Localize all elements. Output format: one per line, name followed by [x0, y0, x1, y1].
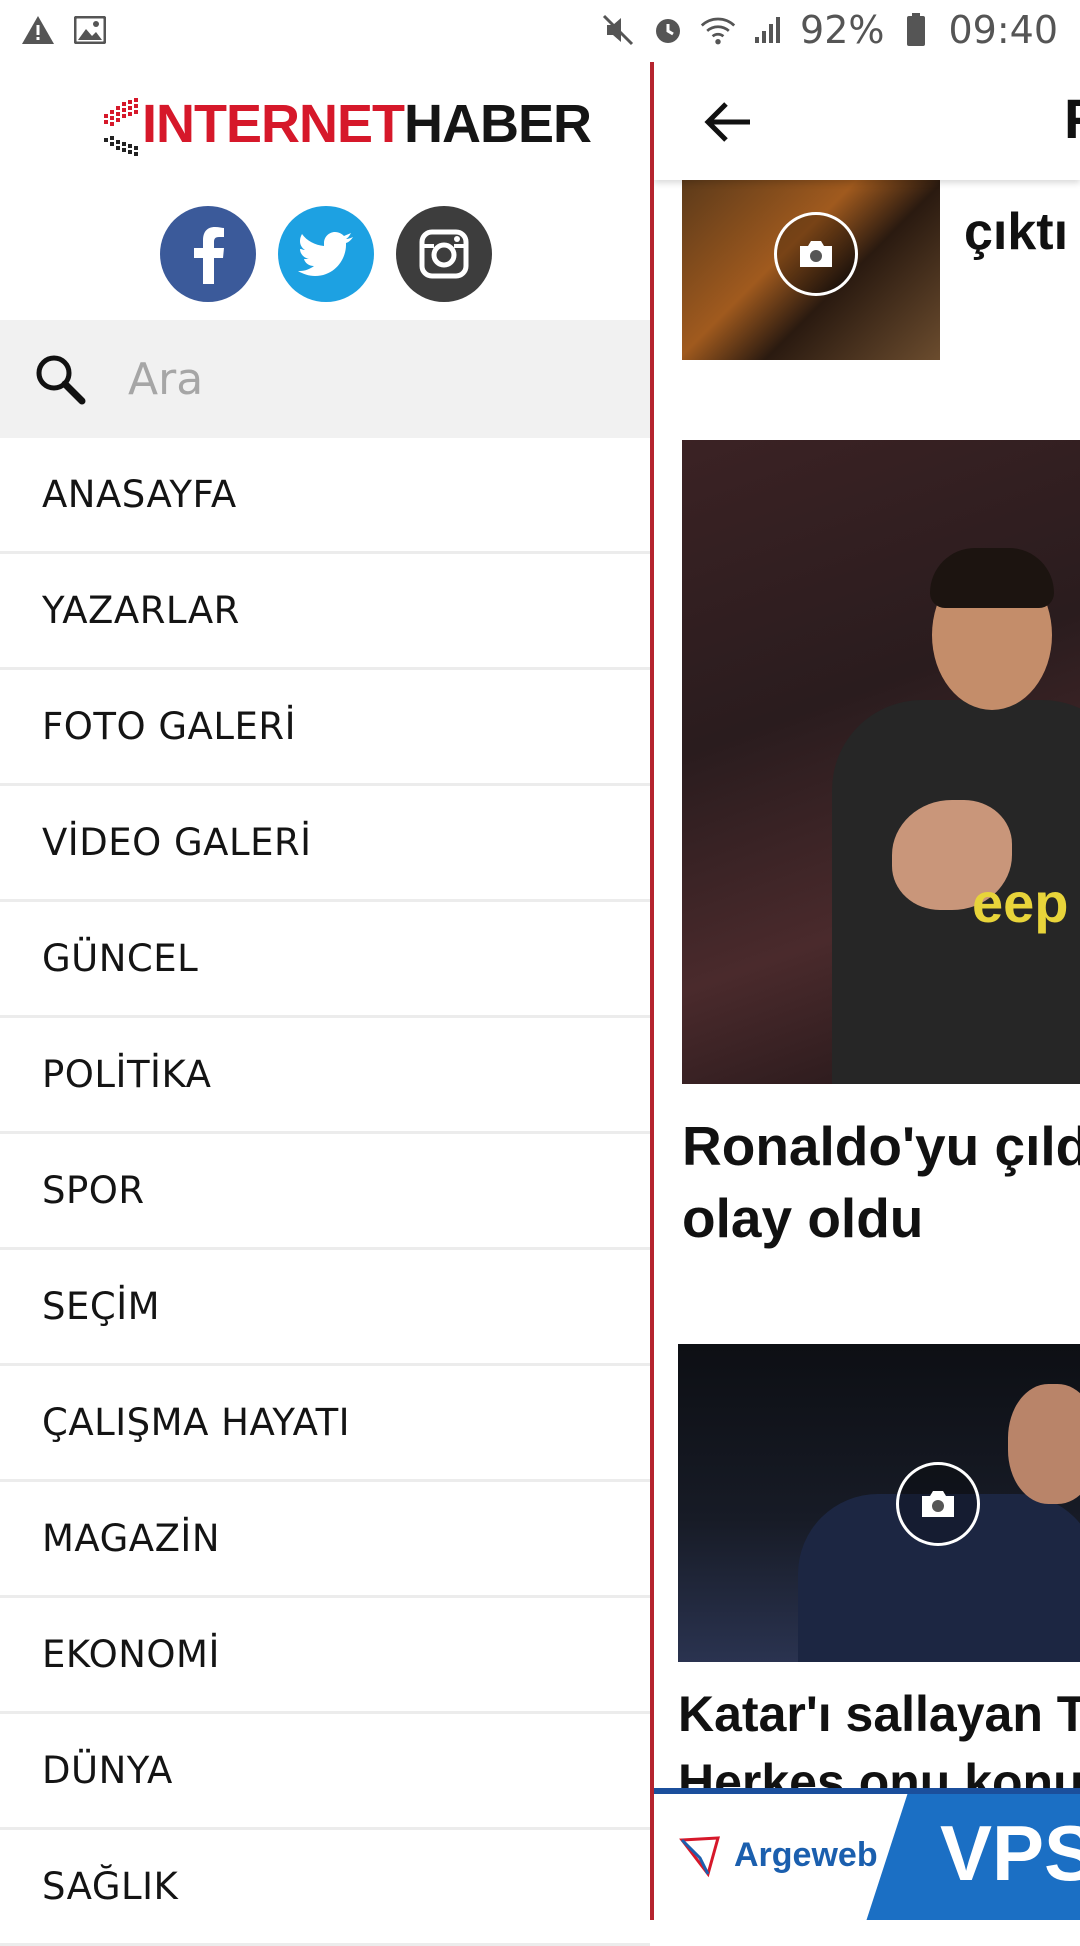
category-menu: ANASAYFA YAZARLAR FOTO GALERİ VİDEO GALE… [0, 438, 650, 1946]
article-thumbnail[interactable] [682, 180, 940, 360]
menu-item-dunya[interactable]: DÜNYA [0, 1714, 650, 1830]
menu-item-spor[interactable]: SPOR [0, 1134, 650, 1250]
camera-icon [896, 1462, 980, 1546]
article-headline[interactable]: Ronaldo'yu çıldı olay oldu [682, 1110, 1080, 1254]
site-logo[interactable]: INTERNETHABER [100, 86, 592, 176]
menu-item-ekonomi[interactable]: EKONOMİ [0, 1598, 650, 1714]
menu-item-foto-galeri[interactable]: FOTO GALERİ [0, 670, 650, 786]
wifi-icon [700, 12, 736, 48]
top-app-bar: F [654, 62, 1080, 180]
coach-head [1008, 1384, 1080, 1504]
navigation-drawer: INTERNETHABER ANASAYFA YAZARLAR FOTO GAL… [0, 62, 650, 1946]
menu-item-yazarlar[interactable]: YAZARLAR [0, 554, 650, 670]
status-bar: 92% 09:40 [0, 0, 1080, 62]
argeweb-logo-icon [678, 1834, 722, 1878]
search-input[interactable] [126, 352, 610, 406]
battery-icon [898, 12, 934, 48]
article-headline[interactable]: çıktı [964, 202, 1068, 262]
logo-dots-icon [104, 98, 138, 156]
alarm-icon [650, 12, 686, 48]
twitter-icon[interactable] [278, 206, 374, 302]
article-hero-image[interactable]: eep [682, 440, 1080, 1084]
shirt-sponsor-text: eep [972, 871, 1069, 934]
news-feed: F çıktı eep Ronaldo'yu çıldı olay oldu K… [654, 62, 1080, 1920]
search-icon[interactable] [32, 351, 88, 407]
back-arrow-icon[interactable] [702, 96, 754, 148]
mute-icon [600, 12, 636, 48]
logo-text: INTERNETHABER [142, 94, 592, 154]
camera-icon [774, 212, 858, 296]
menu-item-guncel[interactable]: GÜNCEL [0, 902, 650, 1018]
menu-item-politika[interactable]: POLİTİKA [0, 1018, 650, 1134]
menu-item-video-galeri[interactable]: VİDEO GALERİ [0, 786, 650, 902]
ad-banner[interactable]: Argeweb VPS [654, 1788, 1080, 1920]
signal-icon [750, 12, 786, 48]
social-links [160, 206, 492, 302]
page-title-fragment: F [1064, 86, 1080, 151]
headline-line: Katar'ı sallayan Tür [678, 1686, 1080, 1742]
hero-hair [930, 548, 1054, 608]
clock: 09:40 [948, 8, 1058, 52]
menu-item-saglik[interactable]: SAĞLIK [0, 1830, 650, 1946]
image-icon [72, 12, 108, 48]
menu-item-secim[interactable]: SEÇİM [0, 1250, 650, 1366]
menu-item-anasayfa[interactable]: ANASAYFA [0, 438, 650, 554]
menu-item-magazin[interactable]: MAGAZİN [0, 1482, 650, 1598]
menu-item-calisma-hayati[interactable]: ÇALIŞMA HAYATI [0, 1366, 650, 1482]
facebook-icon[interactable] [160, 206, 256, 302]
ad-product: VPS [940, 1809, 1080, 1897]
search-bar [0, 320, 650, 438]
ad-brand: Argeweb [734, 1836, 878, 1874]
instagram-icon[interactable] [396, 206, 492, 302]
article-thumbnail[interactable] [678, 1344, 1080, 1662]
headline-line: Ronaldo'yu çıldı [682, 1115, 1080, 1177]
warning-icon [20, 12, 56, 48]
headline-line: olay oldu [682, 1187, 924, 1249]
battery-percent: 92% [800, 8, 885, 52]
